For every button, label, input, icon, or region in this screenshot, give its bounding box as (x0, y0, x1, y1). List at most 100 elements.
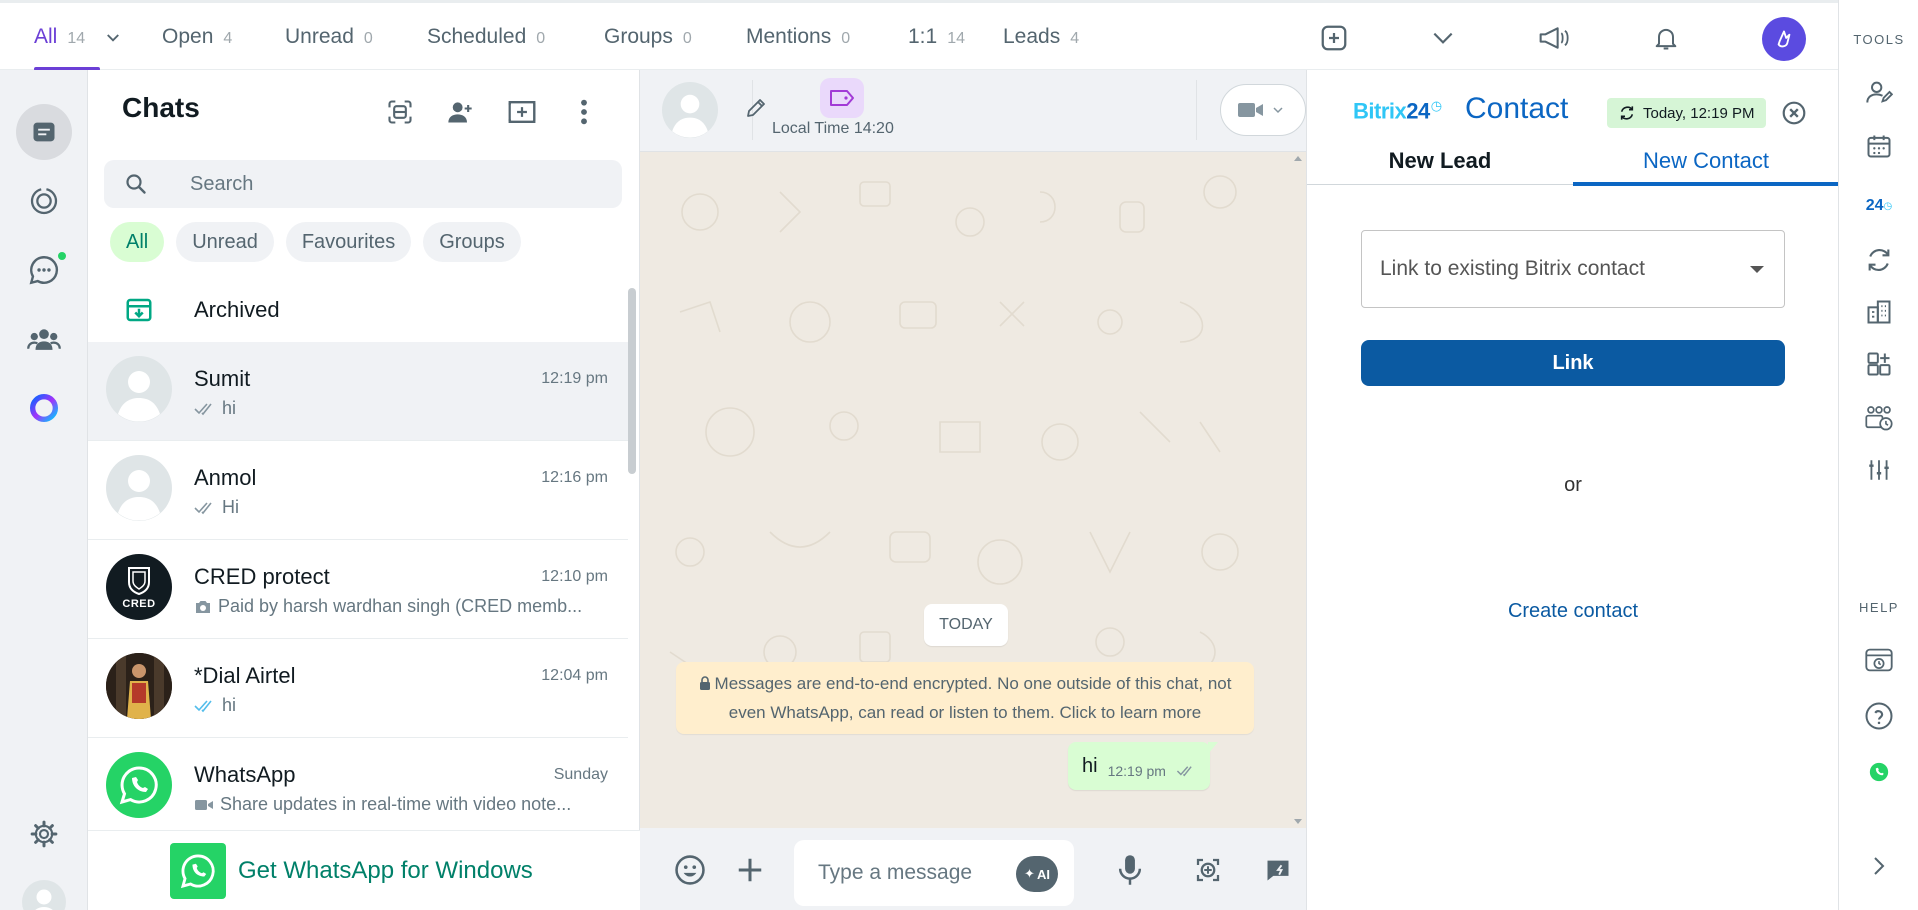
filter-tab-label: Groups (604, 25, 673, 48)
navigation-rail (0, 70, 88, 910)
bell-icon[interactable] (1649, 21, 1683, 55)
menu-dots-icon[interactable] (564, 92, 604, 132)
outgoing-message[interactable]: hi 12:19 pm (1068, 742, 1218, 790)
chat-row[interactable]: *Dial Airtel 12:04 pm hi (88, 639, 628, 738)
chats-icon[interactable] (16, 104, 72, 160)
scan-icon[interactable] (380, 92, 420, 132)
ai-assist-button[interactable]: ✦ AI (1016, 856, 1058, 892)
quick-reply-icon[interactable] (1258, 850, 1298, 890)
apps-grid-icon[interactable] (1859, 344, 1899, 384)
calendar-icon[interactable] (1859, 126, 1899, 166)
chat-time: 12:16 pm (541, 469, 608, 486)
plus-square-icon[interactable] (1317, 21, 1351, 55)
status-icon[interactable] (16, 173, 72, 229)
tab-new-lead[interactable]: New Lead (1307, 148, 1573, 188)
attach-plus-icon[interactable] (730, 850, 770, 890)
building-icon[interactable] (1859, 292, 1899, 332)
link-button[interactable]: Link (1361, 340, 1785, 386)
filter-bar: All 14 Open 4 Unread 0 Scheduled 0 Group… (0, 0, 1838, 71)
sync-icon[interactable] (1859, 240, 1899, 280)
team-schedule-icon[interactable] (1859, 398, 1899, 438)
scroll-up-arrow[interactable] (1294, 156, 1302, 161)
avatar (106, 455, 172, 521)
add-contact-icon[interactable] (440, 92, 480, 132)
communities-icon[interactable] (16, 311, 72, 367)
filter-tab-label: Mentions (746, 25, 832, 48)
chat-name: Anmol (194, 465, 257, 490)
date-badge[interactable]: Today, 12:19 PM (1607, 98, 1767, 128)
help-heading: HELP (1859, 600, 1899, 615)
filter-tab-label: 1:1 (908, 25, 938, 48)
chevron-right-icon[interactable] (1859, 846, 1899, 886)
sliders-icon[interactable] (1859, 450, 1899, 490)
filter-tab-count: 4 (223, 30, 233, 47)
microphone-icon[interactable] (1110, 850, 1150, 890)
user-avatar-icon[interactable] (1762, 17, 1806, 61)
filter-tab-open[interactable]: Open 4 (162, 25, 232, 49)
chat-row[interactable]: Anmol 12:16 pm Hi (88, 441, 628, 540)
video-camera-icon (1237, 100, 1265, 120)
double-check-icon (1176, 765, 1196, 777)
help-question-icon[interactable] (1859, 696, 1899, 736)
chevron-down-icon[interactable] (1426, 21, 1460, 55)
encryption-notice[interactable]: Messages are end-to-end encrypted. No on… (676, 662, 1254, 734)
contact-tool-icon[interactable] (1859, 72, 1899, 112)
chat-row[interactable]: CRED CRED protect 12:10 pm Paid by harsh… (88, 540, 628, 639)
filter-tab-scheduled[interactable]: Scheduled 0 (427, 25, 545, 49)
message-input[interactable] (818, 861, 998, 885)
archived-row[interactable]: Archived (88, 280, 628, 340)
chip-groups[interactable]: Groups (423, 222, 521, 262)
chip-all[interactable]: All (110, 222, 165, 262)
new-chat-icon[interactable] (502, 92, 542, 132)
bubble-tail (1207, 742, 1218, 754)
avatar[interactable] (662, 82, 718, 138)
chip-unread[interactable]: Unread (176, 222, 274, 262)
chat-row[interactable]: WhatsApp Sunday Share updates in real-ti… (88, 738, 628, 837)
chat-preview-text: Paid by harsh wardhan singh (CRED memb..… (218, 596, 583, 616)
filter-tab-mentions[interactable]: Mentions 0 (746, 25, 850, 49)
chat-preview: Share updates in real-time with video no… (194, 794, 604, 815)
pencil-icon[interactable] (744, 96, 768, 120)
filter-tab-leads[interactable]: Leads 4 (1003, 25, 1079, 49)
filter-tab-unread[interactable]: Unread 0 (285, 25, 373, 49)
chat-name: Sumit (194, 366, 251, 391)
link-contact-select[interactable]: Link to existing Bitrix contact (1361, 230, 1785, 308)
filter-tab-count: 14 (947, 30, 965, 47)
profile-avatar-icon[interactable] (16, 874, 72, 910)
video-call-button[interactable] (1220, 84, 1306, 136)
schedule-message-icon[interactable] (1188, 850, 1228, 890)
settings-icon[interactable] (16, 806, 72, 862)
filter-tab-groups[interactable]: Groups 0 (604, 25, 692, 49)
filter-tab-all[interactable]: All 14 (34, 25, 85, 49)
chat-time: Sunday (553, 766, 608, 783)
filter-tab-label: Leads (1003, 25, 1061, 48)
chat-preview-text: hi (222, 398, 237, 418)
chat-list-scrollbar[interactable] (628, 288, 636, 474)
avatar (106, 653, 172, 719)
create-contact-text[interactable]: Create contact (1508, 600, 1638, 622)
get-whatsapp-banner[interactable]: Get WhatsApp for Windows (88, 830, 640, 910)
chat-row[interactable]: Sumit 12:19 pm hi (88, 342, 628, 441)
whatsapp-icon[interactable] (1859, 752, 1899, 792)
scroll-down-arrow[interactable] (1294, 819, 1302, 824)
meta-ai-icon[interactable] (16, 380, 72, 436)
select-label: Link to existing Bitrix contact (1380, 257, 1645, 280)
bitrix-badge-text: 24 (1865, 197, 1884, 214)
filter-tab-one-to-one[interactable]: 1:1 14 (908, 25, 965, 49)
channels-icon[interactable] (16, 242, 72, 298)
chat-rows: Sumit 12:19 pm hi Anmol 12:16 pm Hi CRED (88, 342, 628, 837)
close-icon[interactable] (1781, 100, 1807, 126)
megaphone-icon[interactable] (1537, 21, 1571, 55)
bitrix24-icon[interactable]: 24 ◷ (1859, 186, 1899, 226)
search-input[interactable] (190, 172, 590, 196)
lock-icon (699, 676, 711, 690)
chevron-down-icon[interactable] (98, 21, 128, 55)
tag-icon[interactable] (820, 78, 864, 118)
chip-favourites[interactable]: Favourites (285, 222, 412, 262)
refresh-icon (1619, 105, 1635, 121)
emoji-icon[interactable] (670, 850, 710, 890)
brand-number: 24 (1406, 98, 1430, 124)
chat-time: 12:19 pm (541, 370, 608, 387)
clock-icon: ◷ (1430, 98, 1442, 113)
history-icon[interactable] (1859, 640, 1899, 680)
